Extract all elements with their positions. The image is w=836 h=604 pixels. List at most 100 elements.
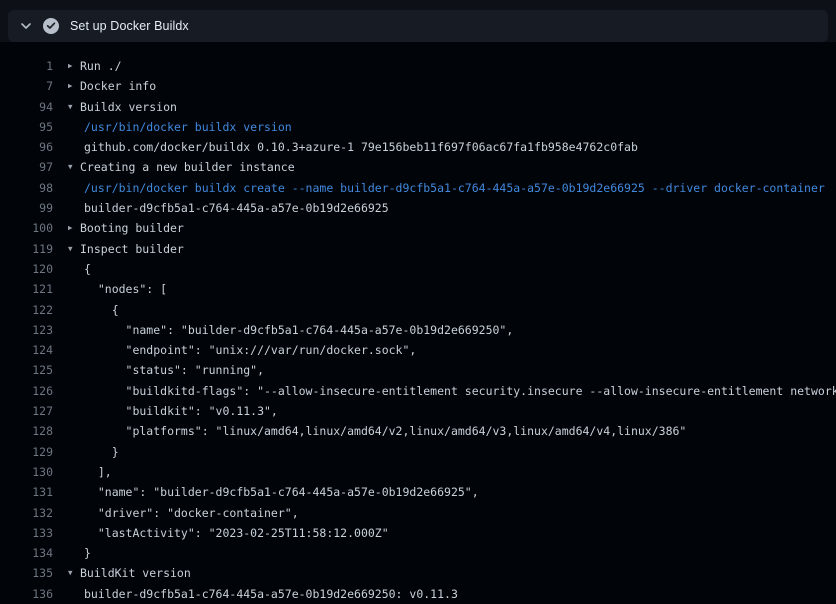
log-line: 126 "buildkitd-flags": "--allow-insecure…: [0, 381, 836, 401]
line-number-link[interactable]: 119: [0, 239, 53, 259]
gutter: [53, 279, 68, 299]
log-line: 98/usr/bin/docker buildx create --name b…: [0, 178, 836, 198]
gutter: [53, 523, 68, 543]
log-output-text: "name": "builder-d9cfb5a1-c764-445a-a57e…: [84, 482, 479, 502]
log-line: 129 }: [0, 442, 836, 462]
log-output-text: {: [84, 259, 91, 279]
line-number-link[interactable]: 98: [0, 178, 53, 198]
log-output-text: }: [84, 442, 119, 462]
log-line: 120 {: [0, 259, 836, 279]
gutter: [53, 117, 68, 137]
log-line: 95/usr/bin/docker buildx version: [0, 117, 836, 137]
group-expanded-arrow-icon[interactable]: ▼: [68, 157, 80, 177]
line-number-link[interactable]: 94: [0, 97, 53, 117]
gutter: [53, 584, 68, 604]
line-number-link[interactable]: 131: [0, 482, 53, 502]
gutter: [53, 259, 68, 279]
line-number-link[interactable]: 132: [0, 503, 53, 523]
log-line[interactable]: 97 ▼Creating a new builder instance: [0, 157, 836, 177]
gutter: [53, 503, 68, 523]
log-output-text: "name": "builder-d9cfb5a1-c764-445a-a57e…: [84, 320, 513, 340]
group-collapsed-arrow-icon[interactable]: ▶: [68, 76, 80, 96]
log-line: 132 "driver": "docker-container",: [0, 503, 836, 523]
log-line: 130 ],: [0, 462, 836, 482]
gutter: [53, 56, 68, 76]
step-header[interactable]: Set up Docker Buildx: [8, 10, 828, 42]
log-line: 131 "name": "builder-d9cfb5a1-c764-445a-…: [0, 482, 836, 502]
line-number-link[interactable]: 130: [0, 462, 53, 482]
log-output-text: "buildkit": "v0.11.3",: [84, 401, 278, 421]
group-expanded-arrow-icon[interactable]: ▼: [68, 563, 80, 583]
gutter: [53, 300, 68, 320]
chevron-down-icon[interactable]: [20, 20, 32, 32]
gutter: [53, 482, 68, 502]
line-number-link[interactable]: 129: [0, 442, 53, 462]
log-line[interactable]: 119 ▼Inspect builder: [0, 239, 836, 259]
line-number-link[interactable]: 122: [0, 300, 53, 320]
log-group-title[interactable]: Booting builder: [80, 218, 184, 238]
line-number-link[interactable]: 136: [0, 584, 53, 604]
line-number-link[interactable]: 99: [0, 198, 53, 218]
log-group-title[interactable]: Creating a new builder instance: [80, 157, 295, 177]
log-output-text: builder-d9cfb5a1-c764-445a-a57e-0b19d2e6…: [84, 584, 458, 604]
gutter: [53, 563, 68, 583]
gutter: [53, 137, 68, 157]
gutter: [53, 381, 68, 401]
group-expanded-arrow-icon[interactable]: ▼: [68, 239, 80, 259]
status-check-circle-icon: [43, 18, 59, 34]
group-expanded-arrow-icon[interactable]: ▼: [68, 97, 80, 117]
line-number-link[interactable]: 1: [0, 56, 53, 76]
log-output-text: "endpoint": "unix:///var/run/docker.sock…: [84, 340, 416, 360]
line-number-link[interactable]: 125: [0, 360, 53, 380]
log-line: 121 "nodes": [: [0, 279, 836, 299]
log-line: 96github.com/docker/buildx 0.10.3+azure-…: [0, 137, 836, 157]
line-number-link[interactable]: 96: [0, 137, 53, 157]
log-line[interactable]: 7 ▶Docker info: [0, 76, 836, 96]
line-number-link[interactable]: 121: [0, 279, 53, 299]
log-line[interactable]: 135 ▼BuildKit version: [0, 563, 836, 583]
gutter: [53, 157, 68, 177]
log-group-title[interactable]: Buildx version: [80, 97, 177, 117]
line-number-link[interactable]: 128: [0, 421, 53, 441]
log-output-text: "buildkitd-flags": "--allow-insecure-ent…: [84, 381, 836, 401]
log-group-title[interactable]: Inspect builder: [80, 239, 184, 259]
log-command-text: /usr/bin/docker buildx version: [84, 117, 292, 137]
log-output-text: builder-d9cfb5a1-c764-445a-a57e-0b19d2e6…: [84, 198, 389, 218]
log-lines-container: 1▶Run ./7▶Docker info94▼Buildx version95…: [0, 42, 836, 604]
line-number-link[interactable]: 97: [0, 157, 53, 177]
line-number-link[interactable]: 7: [0, 76, 53, 96]
log-line[interactable]: 1 ▶Run ./: [0, 56, 836, 76]
line-number-link[interactable]: 134: [0, 543, 53, 563]
log-line: 124 "endpoint": "unix:///var/run/docker.…: [0, 340, 836, 360]
group-collapsed-arrow-icon[interactable]: ▶: [68, 56, 80, 76]
line-number-link[interactable]: 127: [0, 401, 53, 421]
line-number-link[interactable]: 95: [0, 117, 53, 137]
log-line: 99 builder-d9cfb5a1-c764-445a-a57e-0b19d2…: [0, 198, 836, 218]
log-output-text: }: [84, 543, 91, 563]
gutter: [53, 320, 68, 340]
log-line: 133 "lastActivity": "2023-02-25T11:58:12…: [0, 523, 836, 543]
log-output-text: "platforms": "linux/amd64,linux/amd64/v2…: [84, 421, 686, 441]
log-group-title[interactable]: BuildKit version: [80, 563, 191, 583]
log-line[interactable]: 100 ▶Booting builder: [0, 218, 836, 238]
line-number-link[interactable]: 135: [0, 563, 53, 583]
line-number-link[interactable]: 100: [0, 218, 53, 238]
log-group-title[interactable]: Docker info: [80, 76, 156, 96]
group-collapsed-arrow-icon[interactable]: ▶: [68, 218, 80, 238]
line-number-link[interactable]: 123: [0, 320, 53, 340]
line-number-link[interactable]: 124: [0, 340, 53, 360]
line-number-link[interactable]: 120: [0, 259, 53, 279]
log-line: 127 "buildkit": "v0.11.3",: [0, 401, 836, 421]
gutter: [53, 340, 68, 360]
log-header-strip: Set up Docker Buildx: [0, 0, 836, 42]
gutter: [53, 76, 68, 96]
line-number-link[interactable]: 126: [0, 381, 53, 401]
gutter: [53, 360, 68, 380]
gutter: [53, 97, 68, 117]
log-line[interactable]: 94 ▼Buildx version: [0, 97, 836, 117]
line-number-link[interactable]: 133: [0, 523, 53, 543]
step-title: Set up Docker Buildx: [70, 19, 189, 33]
gutter: [53, 421, 68, 441]
log-output-text: ],: [84, 462, 112, 482]
log-group-title[interactable]: Run ./: [80, 56, 122, 76]
